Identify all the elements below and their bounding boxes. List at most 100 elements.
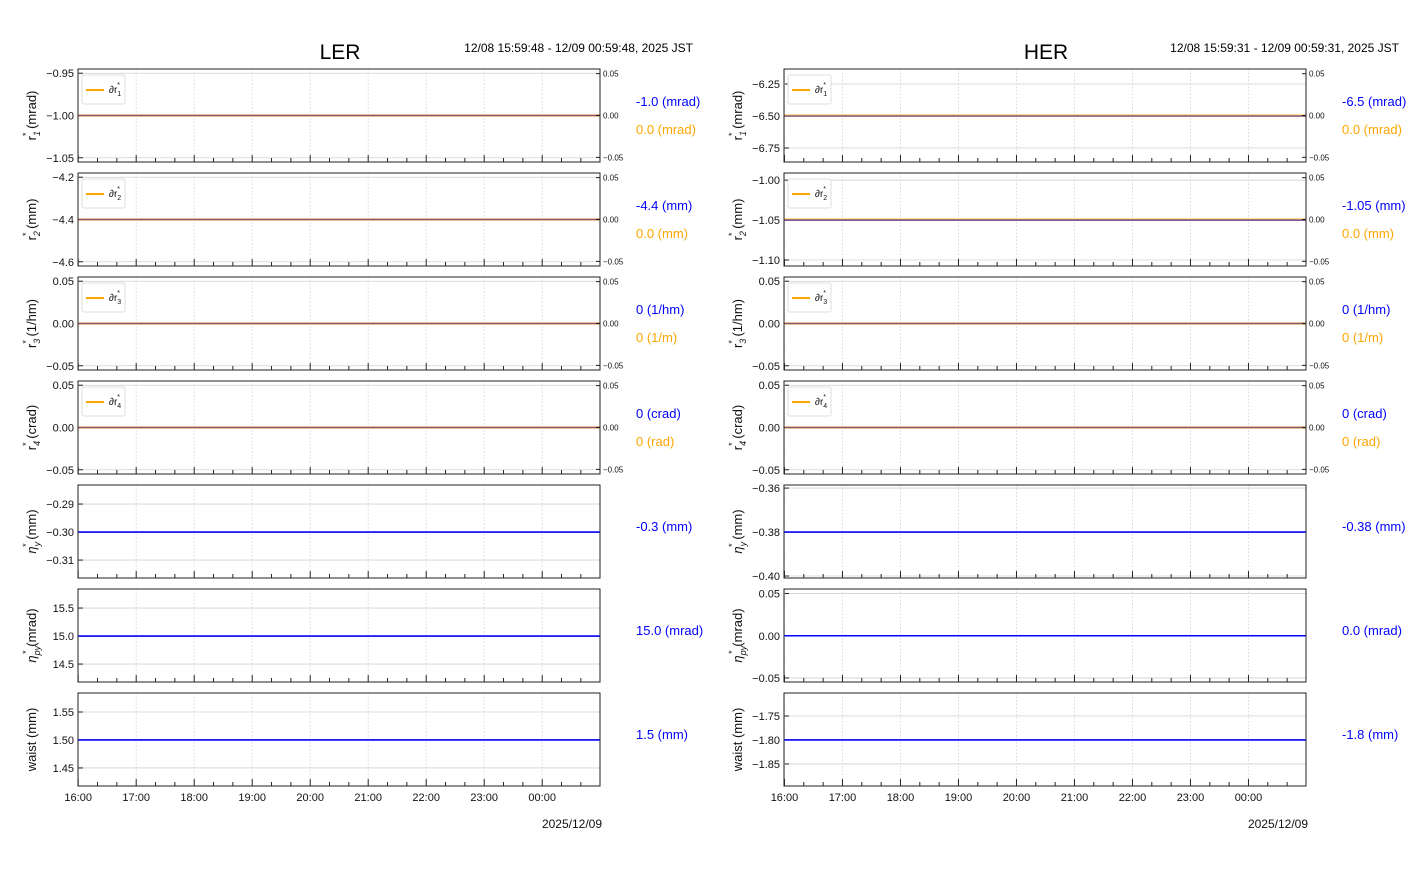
right-y-tick-label: −0.05 (1309, 465, 1330, 474)
y-tick-label: −0.05 (752, 361, 780, 373)
delta-readout: 0 (1/m) (1342, 330, 1383, 345)
x-tick-label: 23:00 (470, 792, 498, 804)
y-axis-label: r2* (mm) (727, 199, 748, 241)
right-y-tick-label: −0.05 (1309, 153, 1330, 162)
right-y-tick-label: 0.00 (603, 216, 619, 225)
y-tick-label: 0.00 (53, 423, 74, 435)
legend-star: * (117, 82, 120, 89)
value-readout: -1.8 (mm) (1342, 727, 1398, 742)
right-y-tick-label: 0.05 (1309, 174, 1325, 183)
y-tick-label: 0.00 (53, 319, 74, 331)
delta-readout: 0 (rad) (1342, 434, 1380, 449)
y-tick-label: 0.05 (53, 380, 74, 392)
x-tick-label: 19:00 (945, 792, 973, 804)
x-tick-label: 00:00 (528, 792, 556, 804)
right-y-tick-label: 0.05 (603, 382, 619, 391)
right-y-tick-label: 0.05 (1309, 278, 1325, 287)
y-tick-label: 1.50 (53, 735, 74, 747)
value-readout: -4.4 (mm) (636, 198, 692, 213)
legend-star: * (823, 186, 826, 193)
value-readout: -1.05 (mm) (1342, 198, 1406, 213)
panel-7: 1.55 1.50 1.45 1.5 (mm) waist (mm) (24, 692, 688, 787)
y-label-unit: (mm) (24, 509, 39, 543)
panel-3: 0.050.00−0.050.050.00−0.05∂r3*0 (1/hm)0 … (21, 276, 684, 373)
y-tick-label: −0.30 (46, 527, 74, 539)
y-tick-label: 0.00 (759, 423, 780, 435)
date-label: 2025/12/09 (1248, 817, 1308, 831)
right-y-tick-label: 0.05 (603, 278, 619, 287)
y-tick-label: −1.85 (752, 759, 780, 771)
y-label-unit: (mm) (24, 708, 39, 742)
right-y-tick-label: 0.05 (603, 174, 619, 183)
panel-6: 0.05 0.00 −0.05 0.0 (mrad) ηpy* (mrad) (727, 588, 1402, 685)
chart-her: HER 12/08 15:59:31 - 12/09 00:59:31, 2025… (727, 41, 1406, 831)
y-label-symbol: η (24, 655, 39, 662)
delta-readout: 0.0 (mrad) (636, 122, 696, 137)
y-tick-label: −6.50 (752, 111, 780, 123)
legend-star: * (117, 394, 120, 401)
right-y-tick-label: −0.05 (603, 153, 624, 162)
y-label-unit: (crad) (730, 405, 745, 443)
panel-4: 0.050.00−0.050.050.00−0.05∂r4*0 (crad)0 … (21, 380, 681, 477)
delta-readout: 0.0 (mm) (636, 226, 688, 241)
date-label: 2025/12/09 (542, 817, 602, 831)
value-readout: 15.0 (mrad) (636, 623, 703, 638)
legend: ∂r3* (787, 282, 832, 313)
y-label-unit: (mm) (730, 509, 745, 543)
delta-readout: 0.0 (mm) (1342, 226, 1394, 241)
legend-star: * (823, 290, 826, 297)
legend-subscript: 4 (117, 403, 121, 410)
y-tick-label: −1.05 (752, 215, 780, 227)
x-tick-label: 20:00 (296, 792, 324, 804)
delta-readout: 0 (1/m) (636, 330, 677, 345)
legend: ∂r1* (787, 74, 832, 105)
right-y-tick-label: 0.00 (603, 112, 619, 121)
y-tick-label: −0.40 (752, 571, 780, 583)
panel-4: 0.050.00−0.050.050.00−0.05∂r4*0 (crad)0 … (727, 380, 1387, 477)
panel-3: 0.050.00−0.050.050.00−0.05∂r3*0 (1/hm)0 … (727, 276, 1390, 373)
value-readout: -1.0 (mrad) (636, 94, 700, 109)
y-axis-label: r4* (crad) (727, 405, 748, 450)
right-y-tick-label: 0.05 (603, 70, 619, 79)
right-y-tick-label: 0.00 (1309, 216, 1325, 225)
legend-star: * (117, 290, 120, 297)
y-tick-label: −1.10 (752, 255, 780, 267)
legend-subscript: 3 (823, 299, 827, 306)
legend-subscript: 2 (117, 195, 121, 202)
value-readout: 0 (crad) (636, 406, 681, 421)
y-axis-label: ηpy* (mrad) (21, 608, 42, 662)
y-axis-label: waist (mm) (24, 708, 39, 773)
x-tick-label: 17:00 (829, 792, 857, 804)
value-readout: 0.0 (mrad) (1342, 623, 1402, 638)
y-axis-label: ηy* (mm) (21, 509, 42, 553)
panel-1: −6.25−6.50−6.750.050.00−0.05∂r1*-6.5 (mr… (727, 68, 1406, 163)
y-tick-label: 0.05 (759, 380, 780, 392)
x-tick-label: 00:00 (1235, 792, 1263, 804)
y-tick-label: 1.45 (53, 763, 74, 775)
value-readout: 1.5 (mm) (636, 727, 688, 742)
y-tick-label: −0.36 (752, 483, 780, 495)
right-y-tick-label: 0.00 (603, 320, 619, 329)
y-tick-label: −1.00 (752, 175, 780, 187)
right-y-tick-label: 0.00 (1309, 424, 1325, 433)
x-tick-label: 17:00 (122, 792, 150, 804)
y-label-symbol: waist (730, 741, 745, 772)
y-label-unit: (crad) (24, 405, 39, 443)
legend-subscript: 1 (117, 91, 121, 98)
x-tick-label: 18:00 (180, 792, 208, 804)
y-label-unit: (mrad) (730, 608, 745, 650)
panel-1: −0.95−1.00−1.050.050.00−0.05∂r1*-1.0 (mr… (21, 68, 700, 165)
time-range-label: 12/08 15:59:31 - 12/09 00:59:31, 2025 JS… (1170, 41, 1400, 55)
value-readout: 0 (1/hm) (636, 302, 684, 317)
y-tick-label: 1.55 (53, 707, 74, 719)
y-tick-label: 15.5 (53, 603, 74, 615)
x-tick-label: 23:00 (1177, 792, 1205, 804)
y-tick-label: 0.00 (759, 631, 780, 643)
y-label-unit: (mrad) (730, 91, 745, 133)
y-label-unit: (mrad) (24, 91, 39, 133)
y-tick-label: 14.5 (53, 659, 74, 671)
x-tick-label: 19:00 (238, 792, 266, 804)
y-tick-label: −0.31 (46, 555, 74, 567)
delta-readout: 0.0 (mrad) (1342, 122, 1402, 137)
y-tick-label: −0.05 (46, 361, 74, 373)
